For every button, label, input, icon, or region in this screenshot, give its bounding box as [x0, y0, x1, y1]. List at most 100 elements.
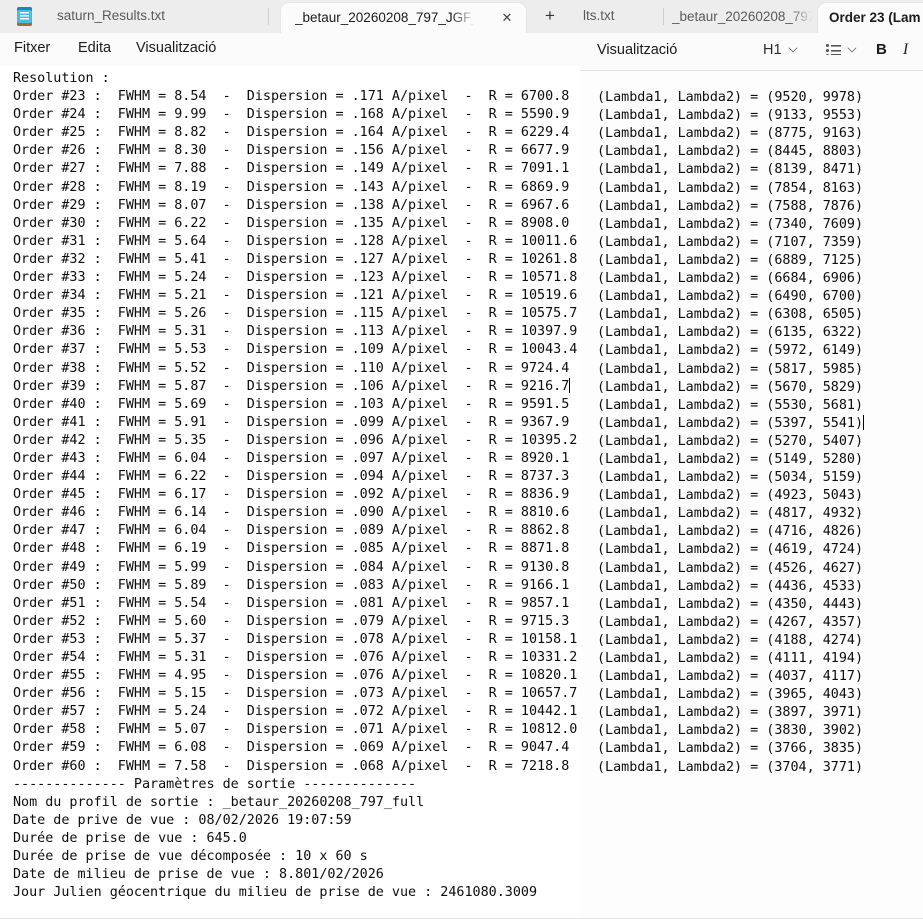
menu-edit[interactable]: Edita — [78, 40, 111, 56]
text-line: (Lambda1, Lambda2) = (4526, 4627) — [597, 560, 864, 578]
text-line — [597, 795, 864, 813]
notepad-window-right: lts.txt _betaur_20260208_797_JG Order 23… — [580, 0, 923, 919]
text-line: Order #46 : FWHM = 6.14 - Dispersion = .… — [13, 504, 577, 522]
text-line: (Lambda1, Lambda2) = (4817, 4932) — [597, 505, 864, 523]
italic-button[interactable]: I — [903, 41, 908, 59]
bullet-list-icon — [826, 44, 841, 55]
notepad-window-left: saturn_Results.txt _betaur_20260208_797_… — [0, 0, 580, 919]
text-line: Resolution : — [13, 70, 577, 88]
right-editor-area[interactable]: (Lambda1, Lambda2) = (9520, 9978) (Lambda… — [597, 71, 864, 903]
desktop: lts.txt _betaur_20260208_797_JG Order 23… — [0, 0, 923, 919]
heading-dropdown[interactable]: H1 — [763, 42, 797, 58]
text-line: (Lambda1, Lambda2) = (5270, 5407) — [597, 433, 864, 451]
text-line: (Lambda1, Lambda2) = (5817, 5985) — [597, 361, 864, 379]
text-caret — [863, 415, 864, 430]
tab-label-fade — [451, 3, 475, 33]
text-line: (Lambda1, Lambda2) = (4923, 5043) — [597, 487, 864, 505]
text-line: Order #56 : FWHM = 5.15 - Dispersion = .… — [13, 685, 577, 703]
text-line: (Lambda1, Lambda2) = (6889, 7125) — [597, 252, 864, 270]
bold-button[interactable]: B — [876, 41, 887, 58]
text-line: Order #24 : FWHM = 9.99 - Dispersion = .… — [13, 106, 577, 124]
menu-view[interactable]: Visualització — [136, 40, 216, 56]
format-toolbar: Visualització H1 B I — [580, 33, 923, 71]
text-line: Order #29 : FWHM = 8.07 - Dispersion = .… — [13, 197, 577, 215]
text-line: (Lambda1, Lambda2) = (5034, 5159) — [597, 469, 864, 487]
tab-saturn-results[interactable]: saturn_Results.txt — [57, 8, 165, 23]
text-line: (Lambda1, Lambda2) = (3766, 3835) — [597, 740, 864, 758]
left-editor-area[interactable]: Resolution :Order #23 : FWHM = 8.54 - Di… — [13, 70, 577, 902]
menu-view-right[interactable]: Visualització — [597, 42, 677, 58]
text-line: Order #32 : FWHM = 5.41 - Dispersion = .… — [13, 251, 577, 269]
text-line — [597, 885, 864, 903]
close-tab-icon[interactable]: ✕ — [498, 9, 516, 27]
text-line: Order #35 : FWHM = 5.26 - Dispersion = .… — [13, 305, 577, 323]
text-line — [597, 849, 864, 867]
text-line: (Lambda1, Lambda2) = (6684, 6906) — [597, 270, 864, 288]
list-dropdown[interactable] — [826, 42, 856, 58]
text-line — [597, 71, 864, 89]
text-line: (Lambda1, Lambda2) = (6308, 6505) — [597, 306, 864, 324]
left-tab-bar: saturn_Results.txt _betaur_20260208_797_… — [0, 0, 580, 33]
text-line: Order #40 : FWHM = 5.69 - Dispersion = .… — [13, 396, 577, 414]
new-tab-button[interactable]: + — [539, 5, 561, 27]
text-line: Jour Julien géocentrique du milieu de pr… — [13, 884, 577, 902]
text-line: Nom du profil de sortie : _betaur_202602… — [13, 794, 577, 812]
text-line: Order #57 : FWHM = 5.24 - Dispersion = .… — [13, 703, 577, 721]
text-line: Order #49 : FWHM = 5.99 - Dispersion = .… — [13, 559, 577, 577]
menu-file[interactable]: Fitxer — [14, 40, 50, 56]
tab-divider — [268, 8, 269, 25]
text-line: (Lambda1, Lambda2) = (4436, 4533) — [597, 578, 864, 596]
text-line: Order #33 : FWHM = 5.24 - Dispersion = .… — [13, 269, 577, 287]
tab-betaur-full-log-active[interactable]: _betaur_20260208_797_JGF_full.log ✕ — [280, 2, 527, 33]
text-line: (Lambda1, Lambda2) = (8775, 9163) — [597, 125, 864, 143]
text-line: Order #36 : FWHM = 5.31 - Dispersion = .… — [13, 323, 577, 341]
text-line: Order #39 : FWHM = 5.87 - Dispersion = .… — [13, 378, 577, 396]
right-tab-bar: lts.txt _betaur_20260208_797_JG Order 23… — [580, 0, 923, 33]
chevron-down-icon — [848, 44, 857, 53]
text-line: (Lambda1, Lambda2) = (7588, 7876) — [597, 198, 864, 216]
text-line: (Lambda1, Lambda2) = (9520, 9978) — [597, 89, 864, 107]
text-line: Order #43 : FWHM = 6.04 - Dispersion = .… — [13, 450, 577, 468]
text-line: Order #60 : FWHM = 7.58 - Dispersion = .… — [13, 758, 577, 776]
text-line: (Lambda1, Lambda2) = (4716, 4826) — [597, 523, 864, 541]
text-line: (Lambda1, Lambda2) = (3897, 3971) — [597, 704, 864, 722]
text-line: (Lambda1, Lambda2) = (4267, 4357) — [597, 614, 864, 632]
text-line: (Lambda1, Lambda2) = (4037, 4117) — [597, 668, 864, 686]
text-line: (Lambda1, Lambda2) = (7107, 7359) — [597, 234, 864, 252]
text-line: (Lambda1, Lambda2) = (3830, 3902) — [597, 722, 864, 740]
text-line: Order #51 : FWHM = 5.54 - Dispersion = .… — [13, 595, 577, 613]
text-line: Date de milieu de prise de vue : 8.801/0… — [13, 866, 577, 884]
tab-results-partial[interactable]: lts.txt — [583, 8, 615, 23]
text-line: Order #30 : FWHM = 6.22 - Dispersion = .… — [13, 215, 577, 233]
text-line: (Lambda1, Lambda2) = (4188, 4274) — [597, 632, 864, 650]
text-line — [597, 813, 864, 831]
text-line: Order #53 : FWHM = 5.37 - Dispersion = .… — [13, 631, 577, 649]
text-line: Durée de prise de vue : 645.0 — [13, 830, 577, 848]
tab-order-active[interactable]: Order 23 (Lam — [817, 2, 923, 33]
text-line: (Lambda1, Lambda2) = (5149, 5280) — [597, 451, 864, 469]
text-caret — [569, 378, 570, 393]
menu-bar: Fitxer Edita Visualització — [0, 33, 580, 66]
text-line: Order #44 : FWHM = 6.22 - Dispersion = .… — [13, 468, 577, 486]
text-line: Order #55 : FWHM = 4.95 - Dispersion = .… — [13, 667, 577, 685]
text-line: Order #27 : FWHM = 7.88 - Dispersion = .… — [13, 160, 577, 178]
text-line: Order #58 : FWHM = 5.07 - Dispersion = .… — [13, 721, 577, 739]
text-line: (Lambda1, Lambda2) = (3704, 3771) — [597, 759, 864, 777]
text-line: Order #34 : FWHM = 5.21 - Dispersion = .… — [13, 287, 577, 305]
text-line — [597, 777, 864, 795]
text-line — [597, 867, 864, 885]
text-line: Order #42 : FWHM = 5.35 - Dispersion = .… — [13, 432, 577, 450]
text-line: (Lambda1, Lambda2) = (5670, 5829) — [597, 379, 864, 397]
text-line: Order #31 : FWHM = 5.64 - Dispersion = .… — [13, 233, 577, 251]
text-line: (Lambda1, Lambda2) = (5397, 5541) — [597, 415, 864, 433]
text-line: (Lambda1, Lambda2) = (6490, 6700) — [597, 288, 864, 306]
text-line: Durée de prise de vue décomposée : 10 x … — [13, 848, 577, 866]
text-line: Order #25 : FWHM = 8.82 - Dispersion = .… — [13, 124, 577, 142]
text-line: Order #54 : FWHM = 5.31 - Dispersion = .… — [13, 649, 577, 667]
text-line: Order #23 : FWHM = 8.54 - Dispersion = .… — [13, 88, 577, 106]
tab-label-fade — [791, 8, 813, 26]
tab-betaur-log[interactable]: _betaur_20260208_797_JG — [672, 8, 813, 26]
text-line: Date de prive de vue : 08/02/2026 19:07:… — [13, 812, 577, 830]
text-line: (Lambda1, Lambda2) = (8139, 8471) — [597, 161, 864, 179]
text-line: (Lambda1, Lambda2) = (7854, 8163) — [597, 180, 864, 198]
